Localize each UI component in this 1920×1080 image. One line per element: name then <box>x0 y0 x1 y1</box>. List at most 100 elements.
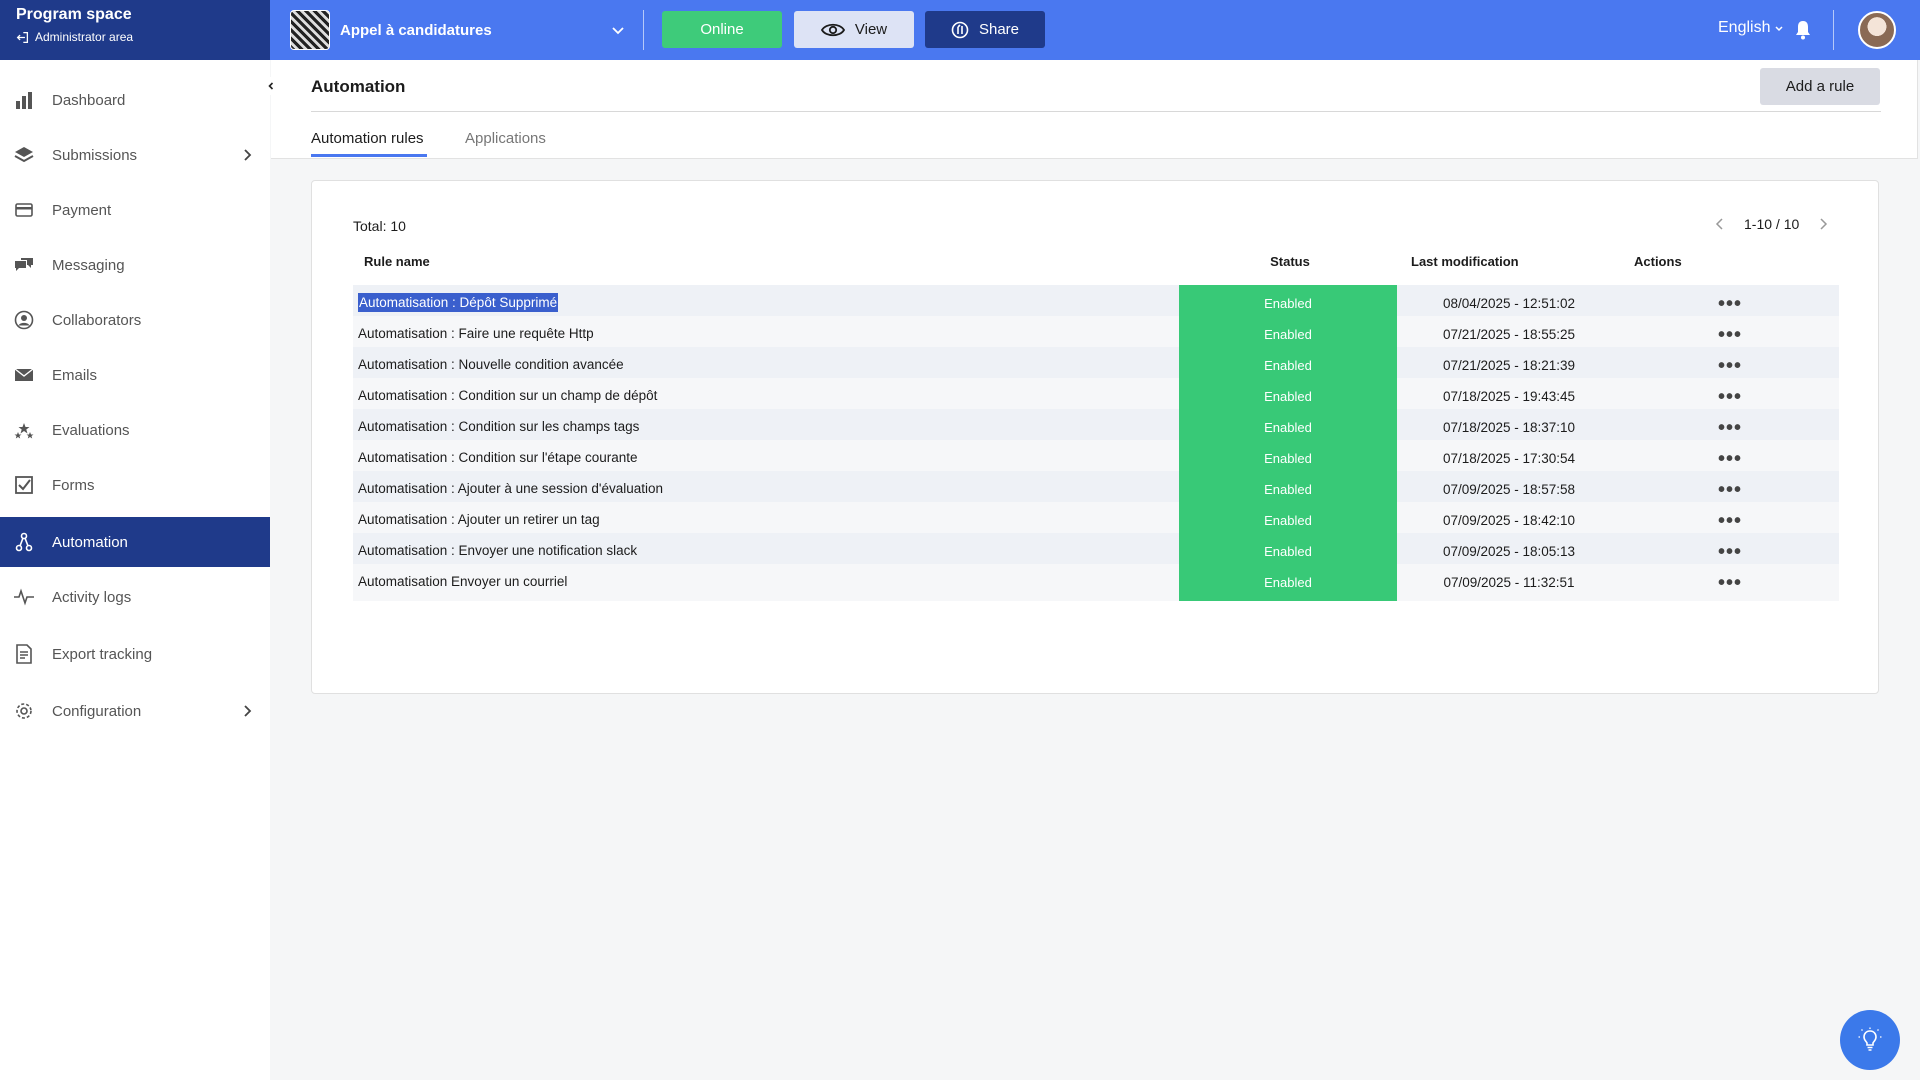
share-icon <box>951 21 969 38</box>
sidebar-item-label: Evaluations <box>52 421 130 439</box>
bar-chart-icon <box>16 92 32 109</box>
sidebar-item-label: Forms <box>52 476 95 494</box>
last-modification: 07/09/2025 - 11:32:51 <box>1443 575 1575 590</box>
lightbulb-icon <box>1858 1027 1882 1051</box>
sidebar-item-emails[interactable]: Emails <box>0 350 270 400</box>
rule-name[interactable]: Automatisation : Nouvelle condition avan… <box>358 357 624 372</box>
sidebar-item-label: Dashboard <box>52 91 126 109</box>
sidebar-item-label: Automation <box>52 533 128 551</box>
person-icon <box>14 310 34 330</box>
status-badge: Enabled <box>1179 564 1397 601</box>
user-avatar[interactable] <box>1858 11 1896 49</box>
online-button[interactable]: Online <box>662 11 782 48</box>
sidebar-item-label: Configuration <box>52 702 142 720</box>
pulse-icon <box>14 588 34 606</box>
rule-name[interactable]: Automatisation Envoyer un courriel <box>358 574 567 589</box>
brand-title: Program space <box>16 6 132 23</box>
pagination-range: 1-10 / 10 <box>1744 216 1800 232</box>
row-actions-button[interactable]: ••• <box>1621 564 1839 601</box>
sidebar-item-label: Collaborators <box>52 311 142 329</box>
eye-icon <box>820 23 845 36</box>
sidebar-item-configuration[interactable]: Configuration <box>0 686 270 736</box>
program-name: Appel à candidatures <box>340 21 492 39</box>
rule-name[interactable]: Automatisation : Faire une requête Http <box>358 326 594 341</box>
add-rule-button[interactable]: Add a rule <box>1760 68 1880 105</box>
document-icon <box>16 644 32 664</box>
sidebar-item-collaborators[interactable]: Collaborators <box>0 295 270 345</box>
more-icon: ••• <box>1717 478 1742 501</box>
rule-name[interactable]: Automatisation : Condition sur les champ… <box>358 419 639 434</box>
sidebar-item-label: Submissions <box>52 146 138 164</box>
tab-applications[interactable]: Applications <box>465 130 546 147</box>
sidebar-item-messaging[interactable]: Messaging <box>0 240 270 290</box>
column-header-last-modification[interactable]: Last modification <box>1411 254 1519 269</box>
program-selector[interactable]: Appel à candidatures <box>290 9 626 51</box>
column-header-actions: Actions <box>1634 254 1682 269</box>
column-header-rule-name[interactable]: Rule name <box>364 254 430 269</box>
sidebar-item-submissions[interactable]: Submissions <box>0 130 270 180</box>
sidebar-item-dashboard[interactable]: Dashboard <box>0 75 270 125</box>
divider <box>1833 10 1834 50</box>
view-button-label: View <box>854 21 888 38</box>
administrator-area-label: Administrator area <box>35 30 134 44</box>
column-header-status[interactable]: Status <box>1268 254 1312 269</box>
more-icon: ••• <box>1717 354 1742 377</box>
layers-icon <box>14 147 34 163</box>
sidebar-item-activity-logs[interactable]: Activity logs <box>0 572 270 622</box>
page-title: Automation <box>311 77 406 96</box>
sidebar-item-forms[interactable]: Forms <box>0 460 270 510</box>
brand-block: Program space Administrator area <box>0 0 270 60</box>
sidebar-item-payment[interactable]: Payment <box>0 185 270 235</box>
sidebar-item-label: Emails <box>52 366 98 384</box>
rule-name[interactable]: Automatisation : Dépôt Supprimé <box>358 293 559 312</box>
active-tab-indicator <box>311 154 427 157</box>
sidebar-item-automation[interactable]: Automation <box>0 517 270 567</box>
sidebar-item-export-tracking[interactable]: Export tracking <box>0 629 270 679</box>
bell-icon[interactable] <box>1794 20 1812 40</box>
chevron-left-icon <box>268 82 274 90</box>
language-selector[interactable]: English <box>1718 19 1784 37</box>
chat-icon <box>15 258 33 271</box>
checkbox-icon <box>15 476 33 494</box>
sidebar: Dashboard Submissions Payment Messaging … <box>0 60 270 1080</box>
more-icon: ••• <box>1717 447 1742 470</box>
sidebar-item-label: Payment <box>52 201 112 219</box>
sidebar-collapse-button[interactable] <box>262 77 280 95</box>
more-icon: ••• <box>1717 292 1742 315</box>
help-button[interactable] <box>1840 1010 1900 1070</box>
rule-name[interactable]: Automatisation : Envoyer une notificatio… <box>358 543 637 558</box>
automation-icon <box>15 532 33 552</box>
envelope-icon <box>14 368 34 381</box>
share-button-label: Share <box>978 21 1020 38</box>
pagination: 1-10 / 10 <box>1714 216 1829 232</box>
page-header: Automation Add a rule Automation rules A… <box>271 60 1918 159</box>
language-label: English <box>1718 19 1771 36</box>
view-button[interactable]: View <box>794 11 914 48</box>
exit-icon <box>16 31 29 43</box>
rule-name[interactable]: Automatisation : Ajouter à une session d… <box>358 481 663 496</box>
sidebar-item-evaluations[interactable]: Evaluations <box>0 405 270 455</box>
sidebar-item-label: Activity logs <box>52 588 132 606</box>
sidebar-item-label: Export tracking <box>52 645 153 663</box>
more-icon: ••• <box>1717 509 1742 532</box>
top-bar: Program space Administrator area Appel à… <box>0 0 1920 60</box>
divider <box>643 10 644 50</box>
rule-name[interactable]: Automatisation : Condition sur l'étape c… <box>358 450 638 465</box>
chevron-right-icon[interactable] <box>1817 218 1829 230</box>
chevron-left-icon[interactable] <box>1714 218 1726 230</box>
more-icon: ••• <box>1717 323 1742 346</box>
rule-name[interactable]: Automatisation : Condition sur un champ … <box>358 388 657 403</box>
credit-card-icon <box>15 203 33 217</box>
tab-automation-rules[interactable]: Automation rules <box>311 130 424 147</box>
table-row[interactable]: Automatisation Envoyer un courriel Enabl… <box>353 564 1839 601</box>
more-icon: ••• <box>1717 385 1742 408</box>
total-count: Total: 10 <box>353 218 406 234</box>
administrator-area-link[interactable]: Administrator area <box>16 30 270 44</box>
share-button[interactable]: Share <box>925 11 1045 48</box>
stars-icon <box>14 423 34 439</box>
chevron-right-icon <box>244 705 252 717</box>
rules-table-card: Total: 10 1-10 / 10 Rule name Status Las… <box>311 180 1879 694</box>
rule-name[interactable]: Automatisation : Ajouter un retirer un t… <box>358 512 600 527</box>
chevron-right-icon <box>244 149 252 161</box>
chevron-down-icon <box>1775 26 1784 32</box>
